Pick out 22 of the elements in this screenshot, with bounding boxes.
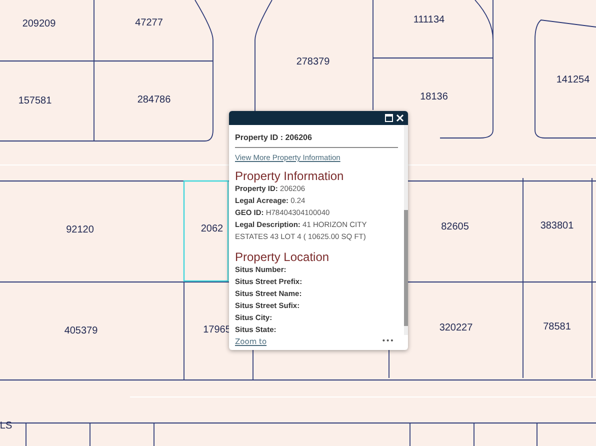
popup-title: Property ID : 206206 [235, 130, 398, 148]
parcel-label: 320227 [439, 322, 473, 334]
close-icon[interactable] [396, 114, 404, 122]
parcel-label: 141254 [556, 74, 590, 86]
parcel-label: 2062 [200, 224, 224, 234]
parcel-label: LS [0, 420, 12, 432]
parcel-label: 82605 [441, 222, 469, 232]
maximize-icon[interactable] [385, 114, 393, 122]
parcel-label: 78581 [543, 322, 571, 332]
section-heading: Property Information [235, 169, 345, 183]
parcel-label: 157581 [18, 96, 52, 106]
parcel-label: 92120 [66, 224, 94, 236]
parcel-label: 278379 [296, 56, 330, 68]
parcel-label: 209209 [22, 18, 56, 30]
parcel-label: 111134 [413, 14, 445, 26]
parcel-label: 284786 [137, 94, 171, 106]
parcel-label: 47277 [135, 18, 163, 28]
scrollbar[interactable] [404, 125, 408, 335]
parcel-label: 383801 [540, 220, 574, 232]
parcel-label: 405379 [64, 326, 98, 336]
section-heading: Property Location [235, 250, 330, 264]
parcel-label: 18136 [420, 92, 448, 102]
